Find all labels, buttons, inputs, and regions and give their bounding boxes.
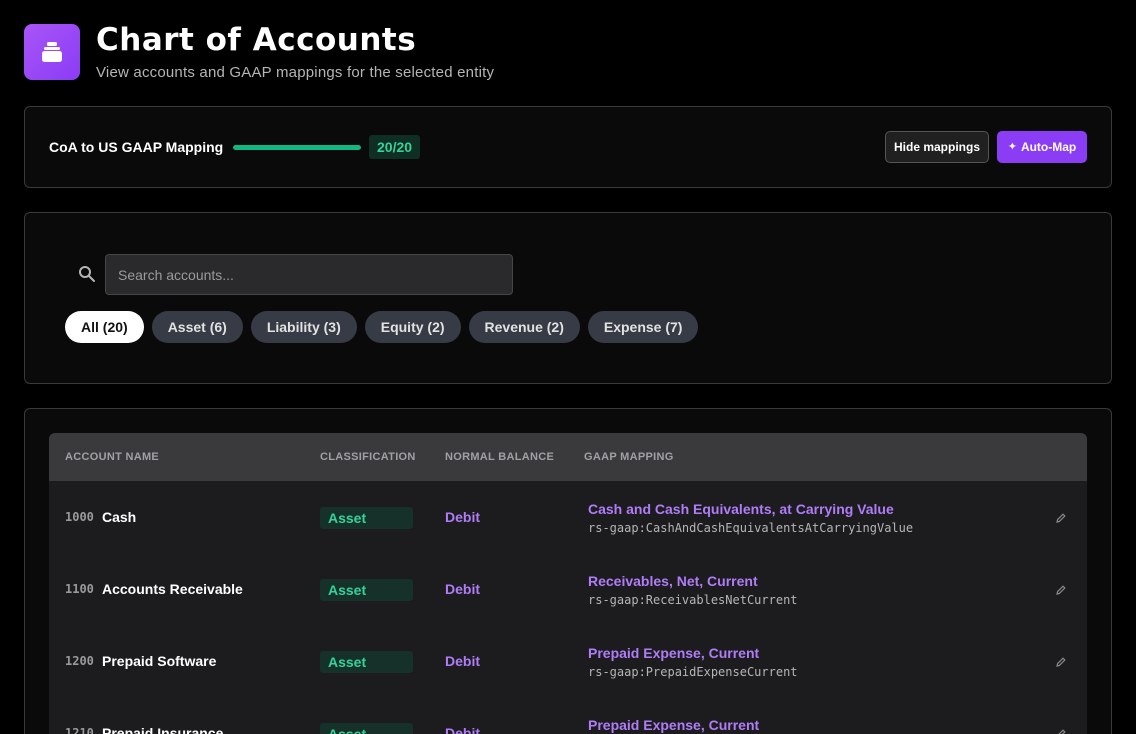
- gaap-mapping-label[interactable]: Receivables, Net, Current: [588, 573, 758, 589]
- edit-icon[interactable]: [1055, 655, 1067, 667]
- page-title: Chart of Accounts: [96, 22, 417, 58]
- account-name: Cash: [102, 509, 137, 525]
- edit-icon[interactable]: [1055, 727, 1067, 734]
- filter-chip[interactable]: Equity (2): [364, 311, 461, 343]
- table-row[interactable]: 1100 Accounts Receivable Asset Debit Receiva…: [49, 553, 1087, 625]
- auto-map-button[interactable]: ✦ Auto-Map: [997, 131, 1087, 163]
- account-name: Accounts Receivable: [102, 581, 243, 597]
- classification-badge: Asset: [320, 507, 413, 529]
- gaap-mapping-code: rs-gaap:ReceivablesNetCurrent: [588, 593, 798, 607]
- account-name: Prepaid Insurance: [102, 725, 224, 734]
- page-subtitle: View accounts and GAAP mappings for the …: [96, 64, 495, 81]
- table-row[interactable]: 1210 Prepaid Insurance Asset Debit Prepaid E…: [49, 697, 1087, 734]
- normal-balance: Debit: [445, 725, 480, 734]
- mapping-progress-bar: [233, 145, 361, 150]
- accounts-table-panel: ACCOUNT NAME CLASSIFICATION NORMAL BALAN…: [24, 408, 1112, 734]
- page-header: Chart of Accounts View accounts and GAAP…: [24, 22, 495, 81]
- app-logo: [24, 24, 80, 80]
- search-icon: [79, 266, 95, 282]
- filter-panel: All (20)Asset (6)Liability (3)Equity (2)…: [24, 212, 1112, 384]
- filter-chip[interactable]: Revenue (2): [468, 311, 580, 343]
- account-number: 1100: [65, 582, 94, 596]
- classification-badge: Asset: [320, 651, 413, 673]
- column-header-classification[interactable]: CLASSIFICATION: [320, 451, 416, 463]
- filter-chips: All (20) Asset (6) Liability (3) Equity (2)…: [65, 311, 699, 343]
- account-name: Prepaid Software: [102, 653, 217, 669]
- account-number: 1000: [65, 510, 94, 524]
- filter-chip[interactable]: Liability (3): [250, 311, 357, 343]
- column-header-gaap-mapping[interactable]: GAAP MAPPING: [584, 451, 674, 463]
- normal-balance: Debit: [445, 653, 480, 669]
- table-row[interactable]: 1000 Cash Asset Debit Cash and Cash Equivale…: [49, 481, 1087, 553]
- hide-mappings-button[interactable]: Hide mappings: [885, 131, 989, 163]
- mapping-title: CoA to US GAAP Mapping: [49, 139, 224, 155]
- sparkle-icon: ✦: [1007, 141, 1017, 153]
- classification-badge: Asset: [320, 579, 413, 601]
- account-number: 1200: [65, 654, 94, 668]
- filter-chip[interactable]: All (20): [65, 311, 144, 343]
- mapping-panel: CoA to US GAAP Mapping 20/20 Hide mappin…: [24, 106, 1112, 188]
- auto-map-label: Auto-Map: [1020, 140, 1077, 154]
- normal-balance: Debit: [445, 581, 480, 597]
- gaap-mapping-code: rs-gaap:PrepaidExpenseCurrent: [588, 665, 798, 679]
- gaap-mapping-label[interactable]: Prepaid Expense, Current: [588, 717, 759, 733]
- table-body: 1000 Cash Asset Debit Cash and Cash Equivale…: [49, 481, 1087, 734]
- filter-chip[interactable]: Asset (6): [151, 311, 243, 343]
- column-header-normal-balance[interactable]: NORMAL BALANCE: [445, 451, 554, 463]
- account-number: 1210: [65, 726, 94, 734]
- classification-badge: Asset: [320, 723, 413, 734]
- gaap-mapping-code: rs-gaap:CashAndCashEquivalentsAtCarrying…: [588, 521, 914, 535]
- filter-chip[interactable]: Expense (7): [587, 311, 699, 343]
- page: Chart of Accounts View accounts and GAAP…: [0, 0, 1136, 734]
- mapping-progress-fill: [233, 145, 361, 150]
- accounts-table: ACCOUNT NAME CLASSIFICATION NORMAL BALAN…: [49, 433, 1087, 734]
- edit-icon[interactable]: [1055, 583, 1067, 595]
- gaap-mapping-label[interactable]: Cash and Cash Equivalents, at Carrying V…: [588, 501, 894, 517]
- table-row[interactable]: 1200 Prepaid Software Asset Debit Prepaid Ex…: [49, 625, 1087, 697]
- search-input[interactable]: [105, 254, 513, 295]
- column-header-account-name[interactable]: ACCOUNT NAME: [65, 451, 159, 463]
- mapping-count-badge: 20/20: [369, 135, 421, 159]
- stacked-layers-icon: [42, 42, 62, 62]
- gaap-mapping-label[interactable]: Prepaid Expense, Current: [588, 645, 759, 661]
- edit-icon[interactable]: [1055, 511, 1067, 523]
- table-header: ACCOUNT NAME CLASSIFICATION NORMAL BALAN…: [49, 433, 1087, 481]
- normal-balance: Debit: [445, 509, 480, 525]
